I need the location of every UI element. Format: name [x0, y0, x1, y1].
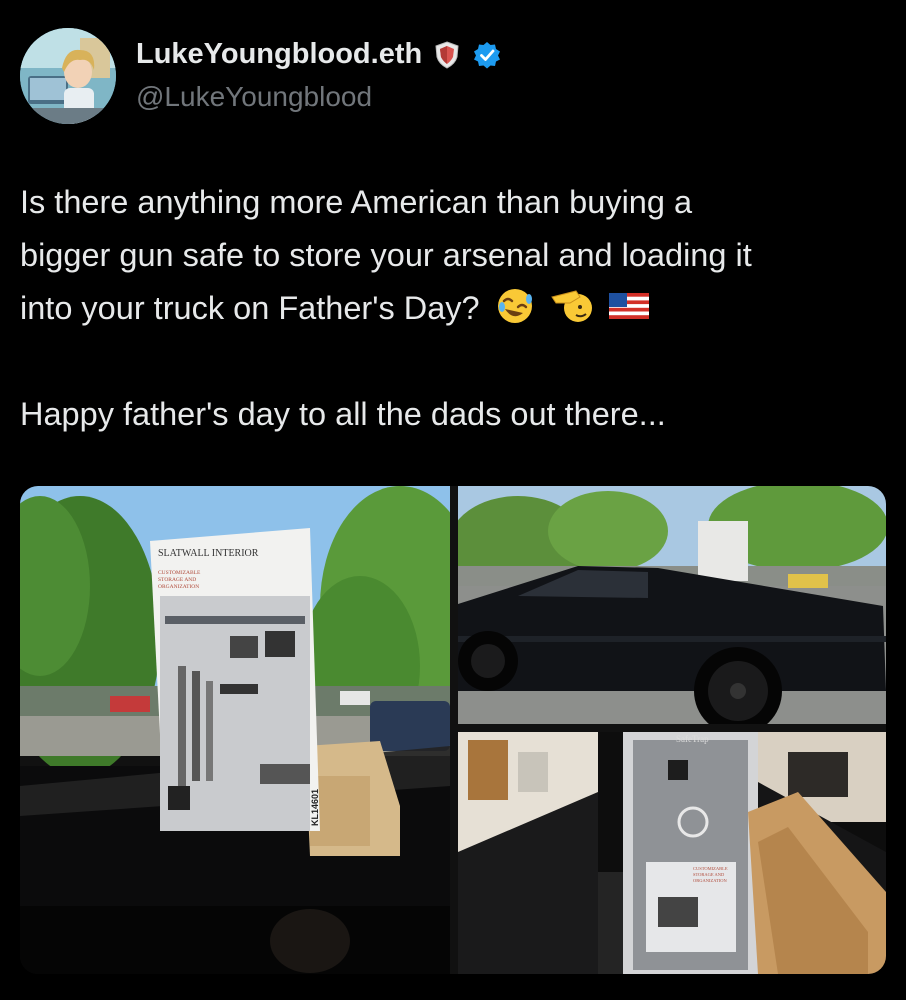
box-subtitle-2: STORAGE AND — [158, 577, 196, 583]
author-display-name[interactable]: LukeYoungblood.eth — [136, 38, 422, 71]
tweet-text: Is there anything more American than buy… — [20, 176, 880, 441]
media-image-1[interactable]: SLATWALL INTERIOR CUSTOMIZABLE STORAGE A… — [20, 486, 450, 974]
rolling-on-floor-laughing-emoji — [497, 289, 532, 323]
slatwall-box-in-truck-photo: SLATWALL INTERIOR CUSTOMIZABLE STORAGE A… — [20, 486, 450, 974]
safe-box-text-1: CUSTOMIZABLE — [693, 866, 728, 871]
author-avatar[interactable] — [20, 28, 116, 124]
us-flag-emoji — [608, 293, 649, 319]
media-image-3[interactable]: SafeTrap CUSTOMIZABLE STORAGE AND ORGANI… — [458, 732, 886, 974]
side-box-code: KL14601 — [310, 789, 320, 826]
box-subtitle-1: CUSTOMIZABLE — [158, 570, 201, 576]
media-grid: SLATWALL INTERIOR CUSTOMIZABLE STORAGE A… — [20, 486, 886, 974]
tweet-line-3: into your truck on Father's Day? — [20, 282, 880, 335]
tweet-line-3-text: into your truck on Father's Day? — [20, 290, 480, 326]
safe-box-text-2: STORAGE AND — [693, 872, 725, 877]
verified-badge-icon — [474, 41, 501, 68]
saluting-face-emoji — [550, 290, 592, 322]
media-image-2[interactable] — [458, 486, 886, 724]
box-subtitle-3: ORGANIZATION — [158, 584, 199, 590]
author-handle[interactable]: @LukeYoungblood — [136, 81, 372, 113]
safe-brand: SafeTrap — [676, 734, 709, 744]
safe-box-text-3: ORGANIZATION — [693, 878, 727, 883]
tweet-line-1: Is there anything more American than buy… — [20, 184, 693, 220]
tweet-line-4: Happy father's day to all the dads out t… — [20, 396, 666, 432]
gun-safe-in-truck-bed-photo: SafeTrap CUSTOMIZABLE STORAGE AND ORGANI… — [458, 732, 886, 974]
shield-badge-icon — [435, 40, 459, 69]
tweet-line-2: bigger gun safe to store your arsenal an… — [20, 237, 752, 273]
box-title: SLATWALL INTERIOR — [158, 548, 259, 559]
black-cybertruck-photo — [458, 486, 886, 724]
anime-avatar-icon — [20, 28, 116, 124]
